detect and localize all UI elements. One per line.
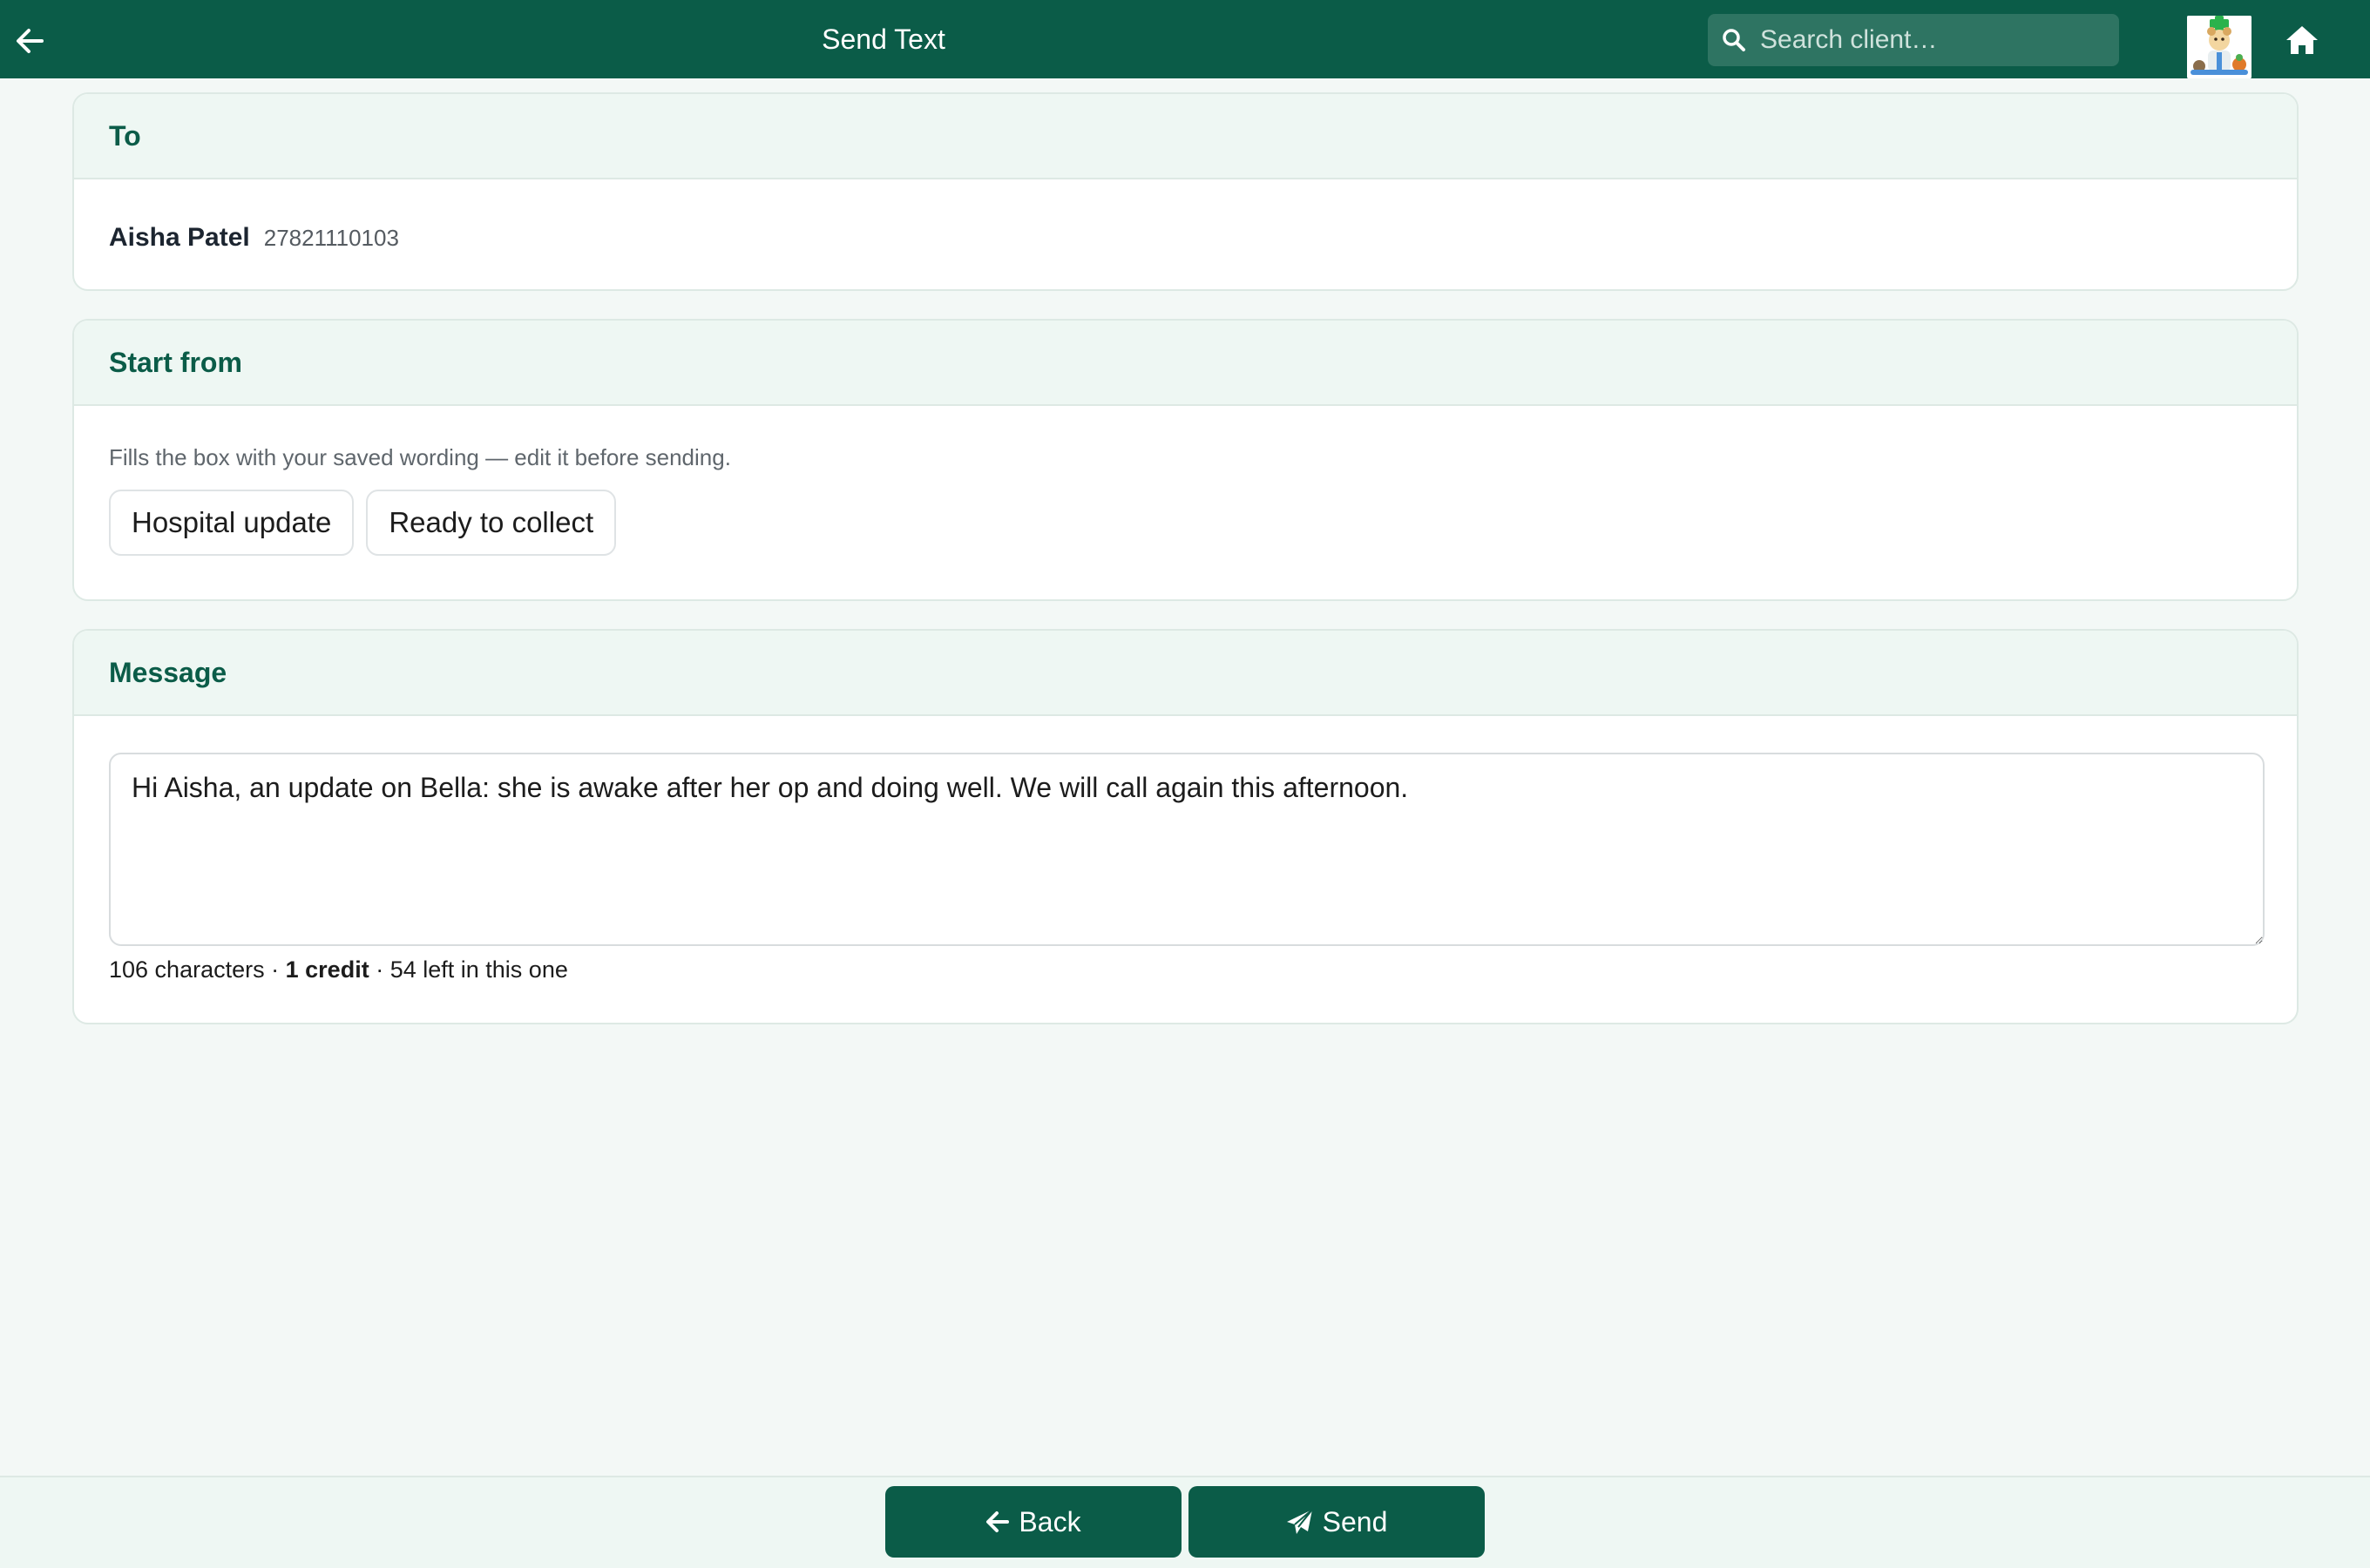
page-title: Send Text bbox=[822, 23, 945, 55]
template-buttons: Hospital update Ready to collect bbox=[109, 490, 628, 556]
start-from-title: Start from bbox=[74, 321, 2297, 406]
start-from-card: Start from Fills the box with your saved… bbox=[72, 319, 2299, 601]
to-card: To Aisha Patel 27821110103 bbox=[72, 92, 2299, 291]
credit-count: 1 credit bbox=[285, 956, 369, 983]
send-button-label: Send bbox=[1322, 1505, 1388, 1538]
search-icon bbox=[1722, 28, 1746, 52]
clinic-logo-avatar[interactable] bbox=[2187, 16, 2252, 78]
top-bar: Send Text bbox=[0, 0, 2370, 78]
back-button[interactable]: Back bbox=[885, 1486, 1182, 1558]
message-textarea[interactable]: Hi Aisha, an update on Bella: she is awa… bbox=[109, 753, 2265, 946]
arrow-left-icon bbox=[985, 1511, 1010, 1533]
recipient: Aisha Patel 27821110103 bbox=[109, 223, 399, 253]
counter-separator: · bbox=[271, 956, 280, 983]
character-count: 106 characters bbox=[109, 956, 265, 983]
search-client-box[interactable] bbox=[1708, 14, 2119, 66]
bottom-action-bar: Back Send bbox=[0, 1476, 2370, 1568]
message-card: Message Hi Aisha, an update on Bella: sh… bbox=[72, 629, 2299, 1024]
recipient-name: Aisha Patel bbox=[109, 223, 250, 252]
paper-plane-icon bbox=[1286, 1509, 1314, 1535]
characters-remaining: 54 left in this one bbox=[389, 956, 568, 983]
send-button[interactable]: Send bbox=[1188, 1486, 1485, 1558]
message-title: Message bbox=[74, 631, 2297, 716]
template-hint: Fills the box with your saved wording — … bbox=[109, 444, 731, 470]
template-hospital-update-button[interactable]: Hospital update bbox=[109, 490, 355, 556]
recipient-phone: 27821110103 bbox=[263, 225, 399, 251]
to-card-title: To bbox=[74, 94, 2297, 179]
back-button-label: Back bbox=[1019, 1505, 1081, 1538]
counter-separator: · bbox=[376, 956, 384, 983]
template-ready-to-collect-button[interactable]: Ready to collect bbox=[366, 490, 617, 556]
message-counter: 106 characters · 1 credit · 54 left in t… bbox=[109, 956, 568, 983]
search-client-input[interactable] bbox=[1760, 25, 2091, 55]
home-icon[interactable] bbox=[2281, 21, 2323, 59]
